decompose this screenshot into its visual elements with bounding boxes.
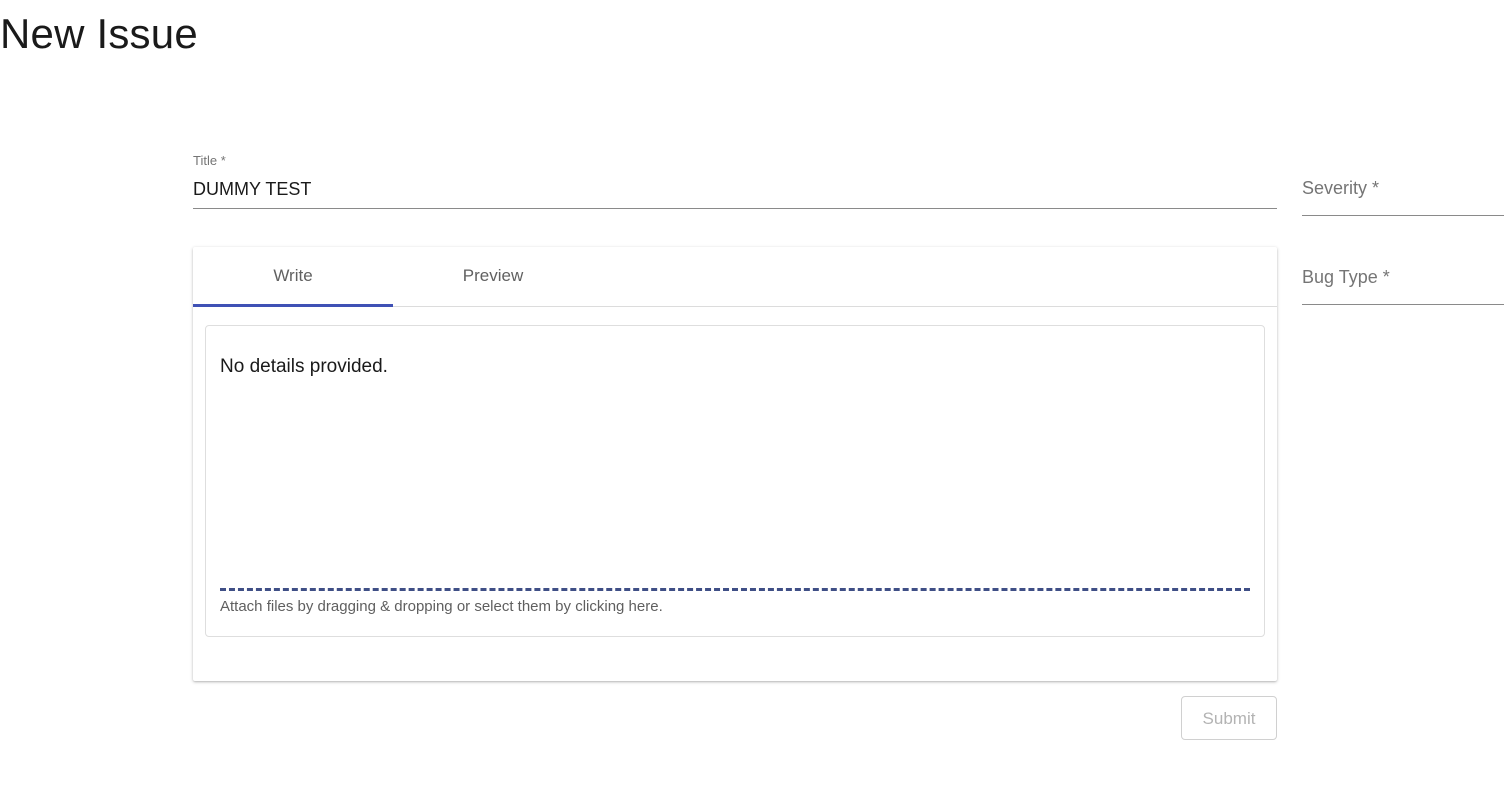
active-tab-indicator	[193, 304, 393, 307]
severity-select[interactable]: Severity *	[1302, 170, 1504, 216]
dropzone-divider	[220, 588, 1250, 591]
tab-write[interactable]: Write	[193, 247, 393, 306]
bug-type-select[interactable]: Bug Type *	[1302, 259, 1504, 305]
description-text[interactable]: No details provided.	[220, 356, 388, 378]
severity-label: Severity *	[1302, 178, 1380, 198]
editor-card: Write Preview No details provided. Attac…	[193, 247, 1277, 681]
bug-type-label: Bug Type *	[1302, 267, 1390, 287]
editor-tab-bar: Write Preview	[193, 247, 1277, 307]
submit-button[interactable]: Submit	[1181, 696, 1277, 740]
title-field-label: Title *	[193, 153, 226, 168]
tab-preview[interactable]: Preview	[393, 247, 593, 306]
attach-files-dropzone[interactable]: Attach files by dragging & dropping or s…	[220, 598, 663, 615]
description-editor[interactable]: No details provided. Attach files by dra…	[205, 325, 1265, 637]
title-input[interactable]	[193, 179, 1277, 200]
page-title: New Issue	[0, 10, 198, 57]
title-field[interactable]: Title *	[193, 151, 1277, 209]
